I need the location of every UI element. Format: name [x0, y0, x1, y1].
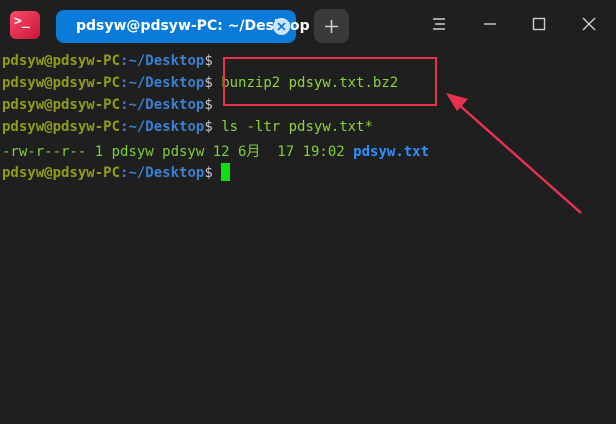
annotation-arrow-icon	[446, 93, 582, 214]
